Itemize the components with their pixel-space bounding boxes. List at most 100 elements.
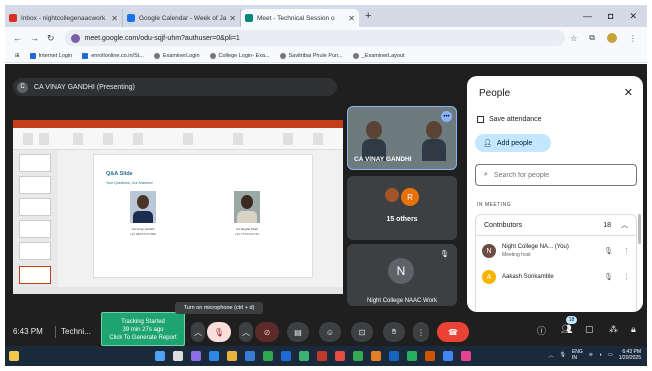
participant-tile-camera[interactable]: ••• CA VINAY GANDHI [347, 106, 457, 170]
bookmark-item[interactable]: _ExaminerLayout [352, 52, 405, 59]
reload-icon[interactable]: ↻ [47, 33, 55, 44]
toolbar-right: ☆ ⧉ ⋮ [570, 33, 647, 43]
tab-gmail[interactable]: Inbox - nightcollegenaacwork ✕ [5, 9, 123, 27]
restore-icon[interactable]: ◘ [608, 11, 613, 22]
camera-toggle-button[interactable]: ⊘ [255, 322, 279, 342]
bookmark-icon [153, 52, 160, 59]
bookmark-icon [29, 52, 36, 59]
app-icon[interactable] [389, 351, 399, 361]
participant-tile-others[interactable]: R 15 others [347, 176, 457, 240]
bookmark-item[interactable]: Savitribai Phule Pun... [279, 52, 343, 59]
forward-icon[interactable]: → [30, 33, 39, 43]
mic-toggle-button[interactable]: 🎙︎ [207, 322, 231, 342]
app-icon[interactable] [263, 351, 273, 361]
more-options-icon[interactable]: ⋮ [623, 273, 630, 281]
contributors-header[interactable]: Contributors 18 ︿ [475, 214, 637, 236]
scrollbar[interactable] [638, 214, 641, 244]
chrome-icon[interactable] [353, 351, 363, 361]
more-options-icon[interactable]: ••• [441, 111, 452, 122]
close-tab-icon[interactable]: ✕ [348, 14, 355, 23]
site-info-icon[interactable] [70, 33, 80, 43]
app-icon[interactable] [281, 351, 291, 361]
apps-icon[interactable]: ⊞ [15, 53, 20, 59]
app-icon[interactable] [317, 351, 327, 361]
app-icon[interactable] [407, 351, 417, 361]
emoji-button[interactable]: ☺ [319, 322, 341, 342]
bookmark-star-icon[interactable]: ☆ [570, 34, 577, 43]
chat-icon[interactable]: ▢ [585, 324, 594, 335]
bookmark-item[interactable]: ExaminerLogin [153, 52, 200, 59]
taskbar-clock[interactable]: 6:43 PM 1/20/2025 [619, 349, 641, 361]
new-tab-button[interactable]: + [365, 10, 371, 22]
app-icon[interactable] [371, 351, 381, 361]
participant-tile-self[interactable]: 🎙︎ N Night College NAAC Work [347, 244, 457, 306]
weather-icon[interactable] [9, 351, 19, 361]
list-item[interactable]: N Night College NA... (You) Meeting host… [476, 238, 638, 264]
app-icon[interactable] [191, 351, 201, 361]
avatar: N [482, 244, 496, 258]
ppt-tool-icon [283, 133, 293, 145]
activities-icon[interactable]: ⁂ [609, 324, 618, 335]
presenter-chip: C CA VINAY GANDHI (Presenting) [13, 78, 337, 96]
close-window-icon[interactable]: ✕ [629, 11, 637, 22]
people-icon[interactable]: 👥︎ [561, 324, 572, 335]
more-options-icon[interactable]: ⋮ [623, 247, 630, 255]
ppt-title-bar [13, 120, 343, 128]
leave-call-button[interactable]: ☎ [437, 322, 469, 342]
participant-name: Night College NAAC Work [367, 298, 437, 304]
participant-list: N Night College NA... (You) Meeting host… [475, 236, 637, 312]
start-icon[interactable] [155, 351, 165, 361]
url-bar[interactable]: meet.google.com/odu-sqjf-uhm?authuser=0&… [64, 30, 565, 46]
tab-meet[interactable]: Meet - Technical Session o ✕ [241, 9, 359, 27]
app-icon[interactable] [461, 351, 471, 361]
attendance-icon [477, 116, 484, 123]
participant-name: Night College NA... (You) Meeting host [502, 244, 569, 258]
save-attendance-button[interactable]: Save attendance [477, 116, 542, 123]
close-icon[interactable]: ✕ [624, 86, 633, 99]
mic-icon[interactable]: 🎙︎ [560, 352, 566, 358]
tab-calendar[interactable]: Google Calendar - Week of Ja ✕ [123, 9, 241, 27]
app-icon[interactable] [425, 351, 435, 361]
app-icon[interactable] [299, 351, 309, 361]
search-input[interactable] [493, 171, 624, 179]
participant-video [362, 121, 386, 161]
host-controls-icon[interactable]: 🔒︎ [631, 324, 636, 335]
app-icon[interactable] [209, 351, 219, 361]
bookmark-item[interactable]: College Login- Exa... [209, 52, 270, 59]
attendance-tracking-button[interactable]: Tracking Started 39 min 27s ago Click To… [101, 312, 185, 346]
speaker-name: CA Vinay Gandhi [131, 227, 155, 231]
menu-kebab-icon[interactable]: ⋮ [629, 34, 637, 43]
mic-options-button[interactable]: ︿ [191, 322, 205, 342]
folder-icon[interactable] [227, 351, 237, 361]
app-icon[interactable] [335, 351, 345, 361]
list-item[interactable]: A Aakash Sonkamble 🎙︎ ⋮ [476, 264, 638, 290]
people-count-badge: 18 [566, 316, 577, 324]
chevron-up-icon[interactable]: ︿ [621, 220, 628, 230]
minimize-icon[interactable]: — [583, 11, 592, 22]
bookmark-item[interactable]: Internet Login [29, 52, 72, 59]
profile-avatar[interactable] [607, 33, 617, 43]
info-icon[interactable]: ⓘ [537, 324, 546, 337]
avatar [385, 188, 399, 202]
ppt-tool-icon [183, 133, 193, 145]
extensions-icon[interactable]: ⧉ [589, 33, 595, 43]
more-options-button[interactable]: ⋮ [413, 322, 429, 342]
raise-hand-button[interactable]: ✋︎ [383, 322, 405, 342]
chrome-icon[interactable] [443, 351, 453, 361]
app-icon[interactable] [245, 351, 255, 361]
volume-icon[interactable]: ◖ [599, 352, 602, 358]
window-controls: — ◘ ✕ [583, 11, 647, 22]
close-tab-icon[interactable]: ✕ [111, 14, 118, 23]
present-button[interactable]: ⊡ [351, 322, 373, 342]
back-icon[interactable]: ← [13, 33, 22, 43]
close-tab-icon[interactable]: ✕ [229, 14, 236, 23]
captions-button[interactable]: ▤ [287, 322, 309, 342]
wifi-icon[interactable]: ≋ [589, 352, 593, 358]
bookmark-item[interactable]: enrollonline.co.in/St... [82, 52, 144, 59]
battery-icon[interactable]: ▭ [608, 352, 613, 358]
chevron-up-icon[interactable]: ︿ [549, 352, 554, 359]
language-indicator[interactable]: ENG IN [572, 349, 583, 361]
search-taskbar-icon[interactable] [173, 351, 183, 361]
add-people-button[interactable]: 👤︎ Add people [475, 134, 551, 152]
camera-options-button[interactable]: ︿ [239, 322, 253, 342]
